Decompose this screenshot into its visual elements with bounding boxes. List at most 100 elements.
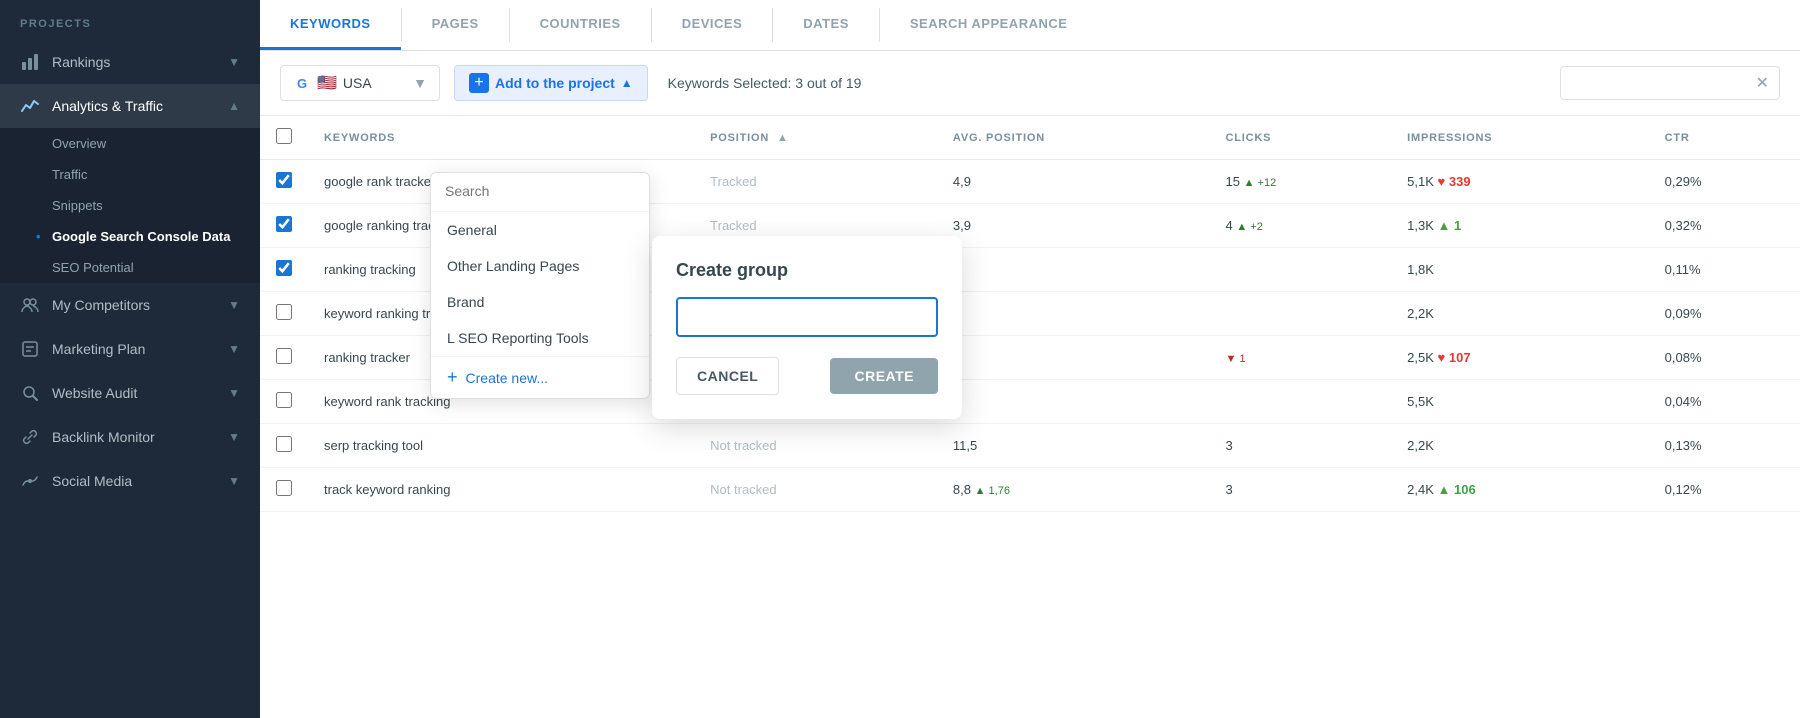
- cancel-button[interactable]: CANCEL: [676, 357, 779, 395]
- overview-label: Overview: [52, 136, 106, 151]
- row-checkbox-cell[interactable]: [260, 204, 308, 248]
- toolbar: G 🇺🇸 USA ▼ + Add to the project ▲ Keywor…: [260, 51, 1800, 116]
- dropdown-item-create-new[interactable]: + Create new...: [431, 356, 649, 398]
- avg-position-cell: 3,9: [937, 204, 1210, 248]
- analytics-chevron: ▲: [228, 99, 240, 113]
- dropdown-item-brand[interactable]: Brand: [431, 284, 649, 320]
- add-to-project-button[interactable]: + Add to the project ▲: [454, 65, 648, 101]
- plus-icon: +: [469, 73, 489, 93]
- sidebar-item-overview[interactable]: Overview: [0, 128, 260, 159]
- rankings-icon: [20, 52, 40, 72]
- sidebar-item-seo[interactable]: SEO Potential: [0, 252, 260, 283]
- tab-countries[interactable]: COUNTRIES: [510, 0, 651, 50]
- ctr-cell: 0,08%: [1649, 336, 1800, 380]
- sidebar: PROJECTS Rankings ▼ Analytics & Traffic …: [0, 0, 260, 718]
- close-icon[interactable]: ✕: [1756, 73, 1769, 93]
- select-all-checkbox[interactable]: [276, 128, 292, 144]
- tab-keywords[interactable]: KEYWORDS: [260, 0, 401, 50]
- sidebar-item-marketing[interactable]: Marketing Plan ▼: [0, 327, 260, 371]
- tab-dates[interactable]: DATES: [773, 0, 879, 50]
- clicks-cell: [1210, 248, 1392, 292]
- avg-position-cell: [937, 336, 1210, 380]
- row-checkbox[interactable]: [276, 216, 292, 232]
- marketing-icon: [20, 339, 40, 359]
- dropdown-search-area[interactable]: [431, 173, 649, 212]
- keyword-search-box[interactable]: ✕: [1560, 66, 1780, 100]
- row-checkbox[interactable]: [276, 480, 292, 496]
- keywords-selected-text: Keywords Selected: 3 out of 19: [668, 75, 862, 91]
- row-checkbox[interactable]: [276, 392, 292, 408]
- keyword-cell: track keyword ranking: [308, 468, 694, 512]
- table-row: serp tracking toolNot tracked11,532,2K0,…: [260, 424, 1800, 468]
- create-new-plus-icon: +: [447, 367, 458, 388]
- row-checkbox-cell[interactable]: [260, 248, 308, 292]
- clicks-cell: 15 +12: [1210, 160, 1392, 204]
- header-ctr: CTR: [1649, 116, 1800, 160]
- row-checkbox-cell[interactable]: [260, 380, 308, 424]
- gsc-label: Google Search Console Data: [52, 229, 230, 244]
- seo-label: SEO Potential: [52, 260, 134, 275]
- row-checkbox[interactable]: [276, 304, 292, 320]
- tab-search-appearance[interactable]: SEARCH APPEARANCE: [880, 0, 1098, 50]
- create-group-dialog: Create group CANCEL CREATE: [652, 236, 962, 419]
- sidebar-item-traffic[interactable]: Traffic: [0, 159, 260, 190]
- ctr-cell: 0,29%: [1649, 160, 1800, 204]
- keywords-table-area: KEYWORDS POSITION ▲ AVG. POSITION CLICKS…: [260, 116, 1800, 718]
- sort-arrow-icon: ▲: [777, 132, 789, 144]
- snippets-label: Snippets: [52, 198, 103, 213]
- traffic-label: Traffic: [52, 167, 87, 182]
- position-cell: Not tracked: [694, 424, 937, 468]
- dropdown-search-input[interactable]: [445, 183, 635, 199]
- clicks-cell: [1210, 380, 1392, 424]
- other-landing-label: Other Landing Pages: [447, 258, 579, 274]
- dropdown-item-other-landing[interactable]: Other Landing Pages: [431, 248, 649, 284]
- ctr-cell: 0,12%: [1649, 468, 1800, 512]
- create-group-input[interactable]: [676, 297, 938, 337]
- header-checkbox[interactable]: [260, 116, 308, 160]
- main-content: KEYWORDS PAGES COUNTRIES DEVICES DATES S…: [260, 0, 1800, 718]
- sidebar-item-social[interactable]: Social Media ▼: [0, 459, 260, 503]
- row-checkbox[interactable]: [276, 260, 292, 276]
- sidebar-item-competitors[interactable]: My Competitors ▼: [0, 283, 260, 327]
- header-clicks: CLICKS: [1210, 116, 1392, 160]
- row-checkbox-cell[interactable]: [260, 424, 308, 468]
- avg-position-cell: 8,8 1,76: [937, 468, 1210, 512]
- header-impressions: IMPRESSIONS: [1391, 116, 1648, 160]
- analytics-label: Analytics & Traffic: [52, 98, 228, 114]
- tab-devices[interactable]: DEVICES: [652, 0, 773, 50]
- row-checkbox-cell[interactable]: [260, 292, 308, 336]
- row-checkbox-cell[interactable]: [260, 160, 308, 204]
- sidebar-item-analytics[interactable]: Analytics & Traffic ▲: [0, 84, 260, 128]
- row-checkbox-cell[interactable]: [260, 468, 308, 512]
- sidebar-item-rankings[interactable]: Rankings ▼: [0, 40, 260, 84]
- google-icon: G: [293, 74, 311, 92]
- row-checkbox[interactable]: [276, 436, 292, 452]
- sidebar-item-gsc[interactable]: Google Search Console Data: [0, 221, 260, 252]
- create-button[interactable]: CREATE: [830, 358, 938, 394]
- header-position[interactable]: POSITION ▲: [694, 116, 937, 160]
- search-input[interactable]: [1571, 75, 1756, 91]
- sidebar-item-audit[interactable]: Website Audit ▼: [0, 371, 260, 415]
- competitors-chevron: ▼: [228, 298, 240, 312]
- dropdown-item-general[interactable]: General: [431, 212, 649, 248]
- avg-position-cell: [937, 248, 1210, 292]
- sidebar-item-backlink[interactable]: Backlink Monitor ▼: [0, 415, 260, 459]
- brand-label: Brand: [447, 294, 484, 310]
- projects-label: PROJECTS: [0, 0, 260, 40]
- row-checkbox[interactable]: [276, 172, 292, 188]
- social-icon: [20, 471, 40, 491]
- ctr-cell: 0,11%: [1649, 248, 1800, 292]
- flag-icon: 🇺🇸: [317, 73, 337, 93]
- sidebar-item-snippets[interactable]: Snippets: [0, 190, 260, 221]
- country-selector[interactable]: G 🇺🇸 USA ▼: [280, 65, 440, 101]
- dropdown-item-l-seo[interactable]: L SEO Reporting Tools: [431, 320, 649, 356]
- rankings-label: Rankings: [52, 54, 228, 70]
- clicks-cell: 4 +2: [1210, 204, 1392, 248]
- tab-pages[interactable]: PAGES: [402, 0, 509, 50]
- table-row: track keyword rankingNot tracked8,8 1,76…: [260, 468, 1800, 512]
- avg-position-cell: [937, 380, 1210, 424]
- row-checkbox[interactable]: [276, 348, 292, 364]
- ctr-cell: 0,04%: [1649, 380, 1800, 424]
- row-checkbox-cell[interactable]: [260, 336, 308, 380]
- header-avg-position: AVG. POSITION: [937, 116, 1210, 160]
